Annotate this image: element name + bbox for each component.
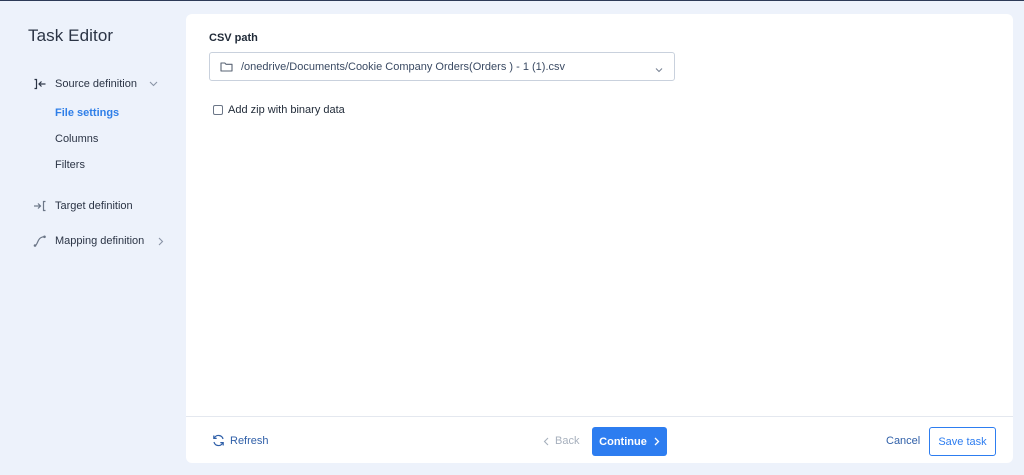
chevron-down-icon	[149, 79, 159, 89]
chevron-left-icon	[543, 437, 549, 446]
mapping-curve-icon	[32, 233, 48, 249]
continue-label: Continue	[599, 435, 647, 448]
continue-button[interactable]: Continue	[592, 427, 667, 456]
chevron-right-icon	[156, 236, 166, 246]
footer-bar: Refresh Back Continue Cancel Save task	[186, 416, 1013, 463]
csv-path-value: /onedrive/Documents/Cookie Company Order…	[241, 60, 565, 73]
back-button[interactable]: Back	[543, 435, 579, 447]
back-label: Back	[555, 435, 580, 447]
csv-path-label: CSV path	[209, 32, 258, 44]
zip-binary-option: Add zip with binary data	[213, 104, 345, 116]
chevron-right-icon	[654, 437, 660, 446]
sidebar: Task Editor Source definition File setti…	[0, 1, 186, 475]
zip-binary-label[interactable]: Add zip with binary data	[228, 104, 345, 116]
sidebar-subitem-file-settings[interactable]: File settings	[55, 107, 119, 119]
zip-binary-checkbox[interactable]	[213, 105, 223, 115]
csv-path-select[interactable]: /onedrive/Documents/Cookie Company Order…	[209, 52, 675, 81]
refresh-icon	[212, 434, 225, 447]
refresh-label: Refresh	[230, 434, 269, 447]
refresh-button[interactable]: Refresh	[212, 434, 269, 447]
sidebar-subitem-columns[interactable]: Columns	[55, 133, 98, 145]
chevron-down-icon	[654, 62, 664, 73]
cancel-button[interactable]: Cancel	[886, 435, 920, 447]
page-title: Task Editor	[28, 26, 114, 45]
app-window: Task Editor Source definition File setti…	[0, 0, 1024, 475]
sidebar-item-label: Target definition	[55, 200, 133, 212]
sidebar-item-mapping-definition[interactable]: Mapping definition	[32, 231, 166, 251]
save-task-button[interactable]: Save task	[929, 427, 996, 456]
sidebar-item-label: Mapping definition	[55, 235, 145, 247]
sidebar-subitem-filters[interactable]: Filters	[55, 159, 85, 171]
sidebar-item-source-definition[interactable]: Source definition	[32, 74, 159, 94]
folder-icon	[219, 60, 233, 74]
source-arrow-icon	[32, 76, 48, 92]
sidebar-item-label: Source definition	[55, 78, 137, 90]
target-arrow-icon	[32, 198, 48, 214]
sidebar-item-target-definition[interactable]: Target definition	[32, 196, 133, 216]
main-panel: CSV path /onedrive/Documents/Cookie Comp…	[186, 14, 1013, 463]
